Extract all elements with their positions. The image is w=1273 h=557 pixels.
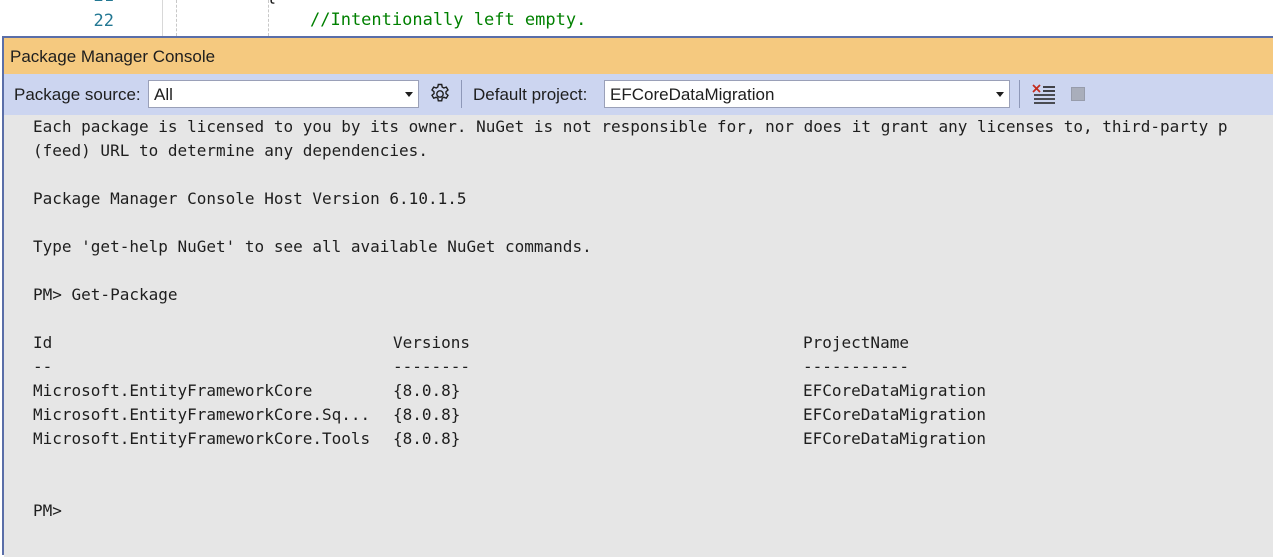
gear-icon[interactable] <box>428 82 452 106</box>
toolbar-separator <box>461 80 462 108</box>
table-header-projectname: ProjectName <box>803 333 909 352</box>
default-project-dropdown[interactable]: EFCoreDataMigration <box>604 80 1010 108</box>
default-project-value: EFCoreDataMigration <box>610 85 775 104</box>
table-header-versions: Versions <box>393 333 471 352</box>
table-cell-projectname: EFCoreDataMigration <box>803 429 987 448</box>
table-header-rule: ----------- <box>803 357 909 376</box>
code-editor[interactable]: 21 22 { //Intentionally left empty. <box>0 0 1273 36</box>
panel-title-bar[interactable]: Package Manager Console <box>4 38 1273 74</box>
panel-title: Package Manager Console <box>10 47 216 66</box>
indent-guide <box>176 0 177 36</box>
table-cell-id: Microsoft.EntityFrameworkCore.Tools <box>33 429 371 448</box>
package-source-value: All <box>154 85 173 104</box>
line-number: 22 <box>93 11 114 31</box>
console-toolbar: Package source: All Default project: EFC… <box>4 74 1273 115</box>
default-project-label: Default project: <box>473 85 588 104</box>
chevron-down-icon <box>996 92 1004 97</box>
console-prompt[interactable]: PM> <box>33 501 62 520</box>
table-cell-id: Microsoft.EntityFrameworkCore <box>33 381 313 400</box>
table-cell-projectname: EFCoreDataMigration <box>803 405 987 424</box>
table-cell-projectname: EFCoreDataMigration <box>803 381 987 400</box>
console-line: Package Manager Console Host Version 6.1… <box>33 189 467 208</box>
table-cell-versions: {8.0.8} <box>393 381 461 400</box>
console-line: (feed) URL to determine any dependencies… <box>33 141 428 160</box>
table-cell-versions: {8.0.8} <box>393 405 461 424</box>
console-line: Each package is licensed to you by its o… <box>33 117 1228 136</box>
table-cell-versions: {8.0.8} <box>393 429 461 448</box>
line-number: 21 <box>60 0 114 6</box>
code-comment: //Intentionally left empty. <box>310 10 587 30</box>
table-header-rule: -- <box>33 357 53 376</box>
package-manager-console-panel: Package Manager Console Package source: … <box>2 36 1273 557</box>
console-line: Type 'get-help NuGet' to see all availab… <box>33 237 592 256</box>
table-cell-id: Microsoft.EntityFrameworkCore.Sq... <box>33 405 371 424</box>
package-source-label: Package source: <box>14 85 141 104</box>
console-command: PM> Get-Package <box>33 285 178 304</box>
package-source-dropdown[interactable]: All <box>148 80 419 108</box>
gutter-separator <box>162 0 163 36</box>
table-header-id: Id <box>33 333 53 352</box>
console-output[interactable]: Each package is licensed to you by its o… <box>4 115 1273 557</box>
table-header-rule: -------- <box>393 357 471 376</box>
chevron-down-icon <box>405 92 413 97</box>
clear-console-icon[interactable] <box>1031 82 1057 106</box>
stop-icon[interactable] <box>1071 87 1085 101</box>
code-line: { <box>266 0 276 6</box>
toolbar-separator <box>1019 80 1020 108</box>
